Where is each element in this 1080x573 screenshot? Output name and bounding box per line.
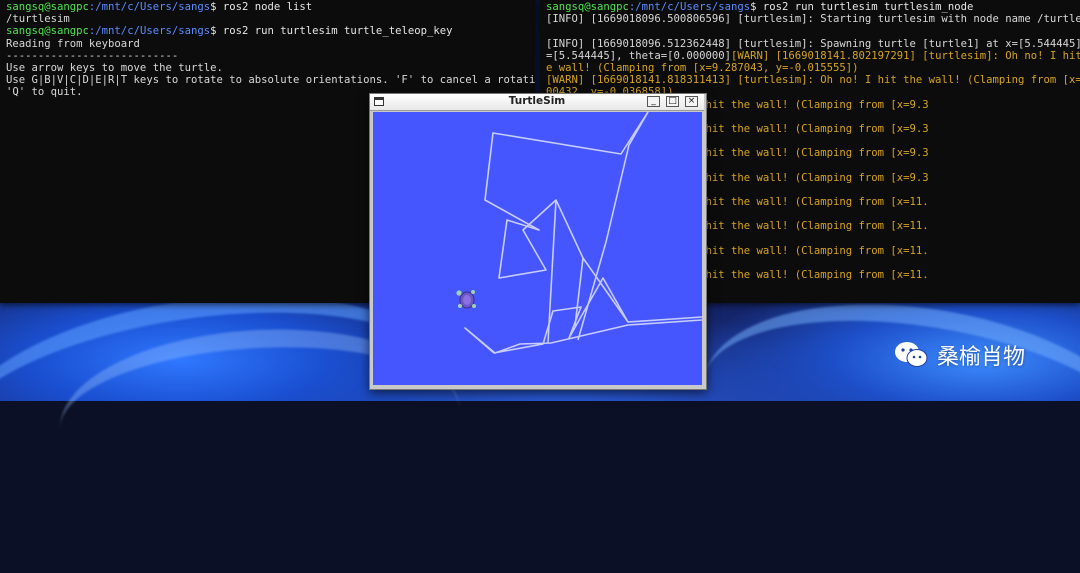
turtle-head — [456, 290, 462, 296]
trail-path — [464, 111, 703, 354]
turtle-leg — [472, 304, 476, 308]
prompt-command: $ ros2 node list — [210, 1, 313, 13]
turtlesim-titlebar[interactable]: TurtleSim _ □ × — [370, 94, 704, 111]
prompt-path: :/mnt/c/Users/sangs — [88, 1, 211, 13]
terminal-output: =[5.544445], theta=[0.000000] — [546, 49, 731, 62]
terminal-line: sangsq@sangpc:/mnt/c/Users/sangs$ ros2 n… — [6, 1, 529, 13]
prompt-user: sangsq@sangpc — [6, 1, 89, 13]
terminal-output: Use arrow keys to move the turtle. — [6, 61, 223, 74]
terminal-output: /turtlesim — [6, 13, 70, 26]
terminal-output: Reading from keyboard — [6, 37, 140, 50]
terminal-output: 'Q' to quit. — [6, 86, 83, 99]
turtlesim-canvas — [373, 111, 703, 385]
watermark: 桑榆肖物 — [893, 338, 1025, 372]
turtle-shell-pattern — [463, 295, 471, 305]
turtle-trail-drawing — [456, 111, 703, 354]
prompt-path: :/mnt/c/Users/sangs — [88, 25, 211, 38]
terminal-output: [INFO] [1669018096.512362448] [turtlesim… — [546, 37, 1080, 50]
close-button[interactable]: × — [685, 96, 698, 107]
terminal-right-prompt: sangsq@sangpc:/mnt/c/Users/sangs$ ros2 r… — [546, 1, 974, 13]
terminal-line: sangsq@sangpc:/mnt/c/Users/sangs$ ros2 r… — [6, 25, 529, 37]
trail-path — [577, 111, 649, 341]
watermark-text: 桑榆肖物 — [937, 345, 1026, 370]
terminal-warning: [WARN] [1669018141.802197291] [turtlesim… — [730, 49, 1080, 62]
turtle-leg — [471, 290, 475, 294]
terminal-line: Use G|B|V|C|D|E|R|T keys to rotate to ab… — [6, 74, 535, 86]
terminal-line: [WARN] [1669018141.818311413] [turtlesim… — [546, 74, 1080, 86]
minimize-button[interactable]: _ — [647, 96, 660, 107]
terminal-warning: [WARN] [1669018141.818311413] [turtlesim… — [546, 74, 1080, 87]
terminal-left-lines: sangsq@sangpc:/mnt/c/Users/sangs$ ros2 n… — [6, 1, 535, 99]
terminal-line: [INFO] [1669018096.500806596] [turtlesim… — [546, 13, 1080, 25]
terminal-line: Reading from keyboard — [6, 38, 529, 50]
terminal-line: Use arrow keys to move the turtle. — [6, 62, 529, 74]
terminal-output: --------------------------- — [6, 49, 179, 62]
turtle-leg — [458, 304, 462, 308]
maximize-button[interactable]: □ — [666, 96, 679, 107]
terminal-output: Use G|B|V|C|D|E|R|T keys to rotate to ab… — [6, 74, 535, 87]
turtlesim-window[interactable]: TurtleSim _ □ × — [369, 93, 707, 390]
terminal-warning: e wall! (Clamping from [x=9.287043, y=-0… — [546, 61, 859, 74]
terminal-output: [INFO] [1669018096.500806596] [turtlesim… — [546, 13, 1080, 26]
turtle-sprite — [456, 290, 476, 309]
terminal-line: /turtlesim — [6, 13, 529, 25]
turtle-trail — [464, 111, 703, 354]
terminal-line: =[5.544445], theta=[0.000000][WARN] [166… — [546, 49, 1080, 62]
wallpaper-swirl — [684, 271, 1080, 567]
prompt-user: sangsq@sangpc — [6, 25, 89, 38]
terminal-line: [INFO] [1669018096.512362448] [turtlesim… — [546, 38, 1080, 50]
trail-path — [547, 199, 557, 344]
wechat-icon — [895, 342, 928, 367]
prompt-command: $ ros2 run turtlesim turtle_teleop_key — [210, 25, 453, 38]
terminal-line: --------------------------- — [6, 50, 529, 62]
terminal-line: e wall! (Clamping from [x=9.287043, y=-0… — [546, 62, 1074, 74]
